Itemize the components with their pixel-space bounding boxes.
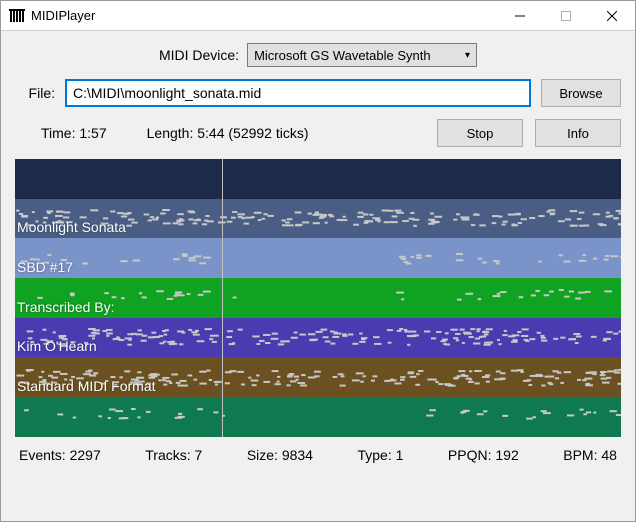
maximize-button[interactable] [543, 1, 589, 30]
track-label: SBD #17 [17, 259, 73, 275]
file-value: C:\MIDI\moonlight_sonata.mid [73, 85, 261, 101]
size-stat: Size: 9834 [247, 447, 313, 463]
window-title: MIDIPlayer [31, 8, 497, 23]
file-label: File: [15, 85, 55, 101]
browse-button[interactable]: Browse [541, 79, 621, 107]
footer-stats: Events: 2297 Tracks: 7 Size: 9834 Type: … [15, 437, 621, 463]
track-row: SBD #17 [15, 238, 621, 278]
titlebar: MIDIPlayer [1, 1, 635, 31]
track-label: Standard MIDI Format [17, 378, 156, 394]
stop-button[interactable]: Stop [437, 119, 523, 147]
track-label: Transcribed By: [17, 299, 115, 315]
content-area: MIDI Device: Microsoft GS Wavetable Synt… [1, 31, 635, 521]
app-window: MIDIPlayer MIDI Device: Microsoft GS Wav… [0, 0, 636, 522]
window-controls [497, 1, 635, 30]
track-row [15, 397, 621, 437]
tracks-stat: Tracks: 7 [145, 447, 202, 463]
status-row: Time: 1:57 Length: 5:44 (52992 ticks) St… [15, 119, 621, 147]
close-button[interactable] [589, 1, 635, 30]
app-icon [9, 8, 25, 24]
time-display: Time: 1:57 [41, 125, 107, 141]
minimize-button[interactable] [497, 1, 543, 30]
type-stat: Type: 1 [357, 447, 403, 463]
device-select[interactable]: Microsoft GS Wavetable Synth ▾ [247, 43, 477, 67]
device-label: MIDI Device: [159, 47, 239, 63]
bpm-stat: BPM: 48 [563, 447, 617, 463]
ppqn-stat: PPQN: 192 [448, 447, 519, 463]
track-row: Transcribed By: [15, 278, 621, 318]
track-row [15, 159, 621, 199]
track-label: Kim O'Hearn [17, 338, 97, 354]
track-visualizer[interactable]: Moonlight Sonata SBD #17 Transcribed By: Ki… [15, 159, 621, 437]
track-label: Moonlight Sonata [17, 219, 126, 235]
status-left: Time: 1:57 Length: 5:44 (52992 ticks) [15, 125, 423, 141]
length-display: Length: 5:44 (52992 ticks) [147, 125, 309, 141]
device-row: MIDI Device: Microsoft GS Wavetable Synt… [15, 43, 621, 67]
track-row: Moonlight Sonata [15, 199, 621, 239]
info-button[interactable]: Info [535, 119, 621, 147]
device-selected: Microsoft GS Wavetable Synth [254, 48, 431, 63]
control-buttons: Stop Info [437, 119, 621, 147]
playhead [222, 159, 223, 437]
track-row: Kim O'Hearn [15, 318, 621, 358]
track-row: Standard MIDI Format [15, 357, 621, 397]
events-stat: Events: 2297 [19, 447, 101, 463]
file-input[interactable]: C:\MIDI\moonlight_sonata.mid [65, 79, 531, 107]
chevron-down-icon: ▾ [465, 50, 470, 61]
file-row: File: C:\MIDI\moonlight_sonata.mid Brows… [15, 79, 621, 107]
